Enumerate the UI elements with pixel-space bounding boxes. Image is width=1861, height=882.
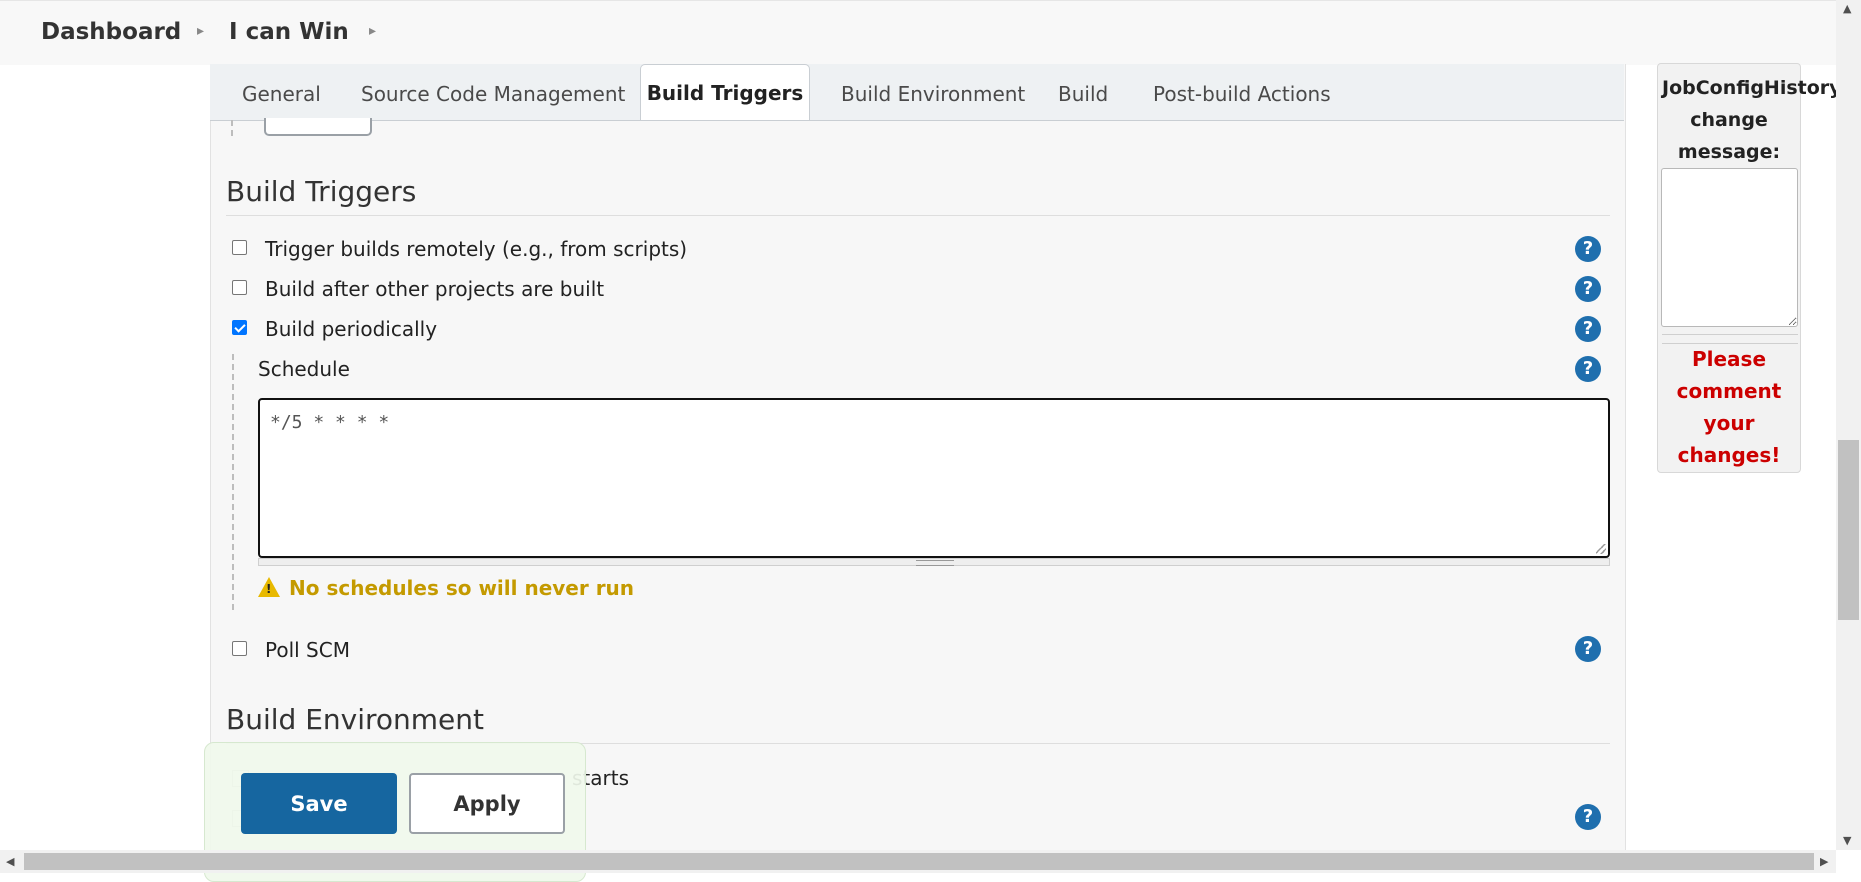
- chevron-right-icon: ▸: [197, 23, 205, 39]
- horizontal-scrollbar-thumb[interactable]: [24, 853, 1814, 870]
- scroll-down-icon[interactable]: ▼: [1843, 834, 1851, 847]
- help-icon[interactable]: ?: [1575, 236, 1601, 262]
- schedule-textarea[interactable]: [258, 398, 1610, 558]
- chevron-right-icon: ▸: [369, 23, 377, 39]
- section-divider: [231, 120, 233, 136]
- help-icon[interactable]: ?: [1575, 276, 1601, 302]
- section-title-build-environment: Build Environment: [226, 703, 484, 736]
- scroll-left-icon[interactable]: ◀: [6, 855, 14, 868]
- tab-build-environment[interactable]: Build Environment: [841, 82, 1025, 106]
- help-icon[interactable]: ?: [1575, 636, 1601, 662]
- schedule-warning: No schedules so will never run: [289, 576, 635, 600]
- build-after-other-projects-label: Build after other projects are built: [265, 277, 605, 301]
- change-message-warning: Please comment your changes!: [1676, 347, 1782, 467]
- drag-handle-icon[interactable]: [916, 560, 954, 566]
- tab-post-build-actions[interactable]: Post-build Actions: [1153, 82, 1331, 106]
- save-button[interactable]: Save: [241, 773, 397, 834]
- config-tabs: General Source Code Management Build Tri…: [210, 64, 1624, 121]
- build-after-other-projects-checkbox[interactable]: [232, 280, 247, 295]
- poll-scm-checkbox[interactable]: [232, 641, 247, 656]
- breadcrumb-job[interactable]: I can Win: [229, 19, 349, 45]
- tab-source-code-management[interactable]: Source Code Management: [361, 82, 625, 106]
- vertical-scrollbar-thumb[interactable]: [1838, 440, 1859, 620]
- trigger-remotely-checkbox[interactable]: [232, 240, 247, 255]
- breadcrumb: Dashboard ▸ I can Win ▸: [0, 0, 1861, 65]
- build-periodically-checkbox[interactable]: [232, 320, 247, 335]
- help-icon[interactable]: ?: [1575, 804, 1601, 830]
- schedule-label: Schedule: [258, 357, 350, 381]
- help-icon[interactable]: ?: [1575, 356, 1601, 382]
- scroll-up-icon[interactable]: ▲: [1843, 2, 1851, 15]
- resize-handle-icon[interactable]: [1596, 544, 1606, 554]
- tab-general[interactable]: General: [242, 82, 321, 106]
- change-message-textarea[interactable]: [1661, 168, 1798, 327]
- nested-section-line: [232, 354, 234, 610]
- build-periodically-label: Build periodically: [265, 317, 438, 341]
- section-divider: [226, 215, 1610, 216]
- poll-scm-label: Poll SCM: [265, 638, 350, 662]
- trigger-remotely-label: Trigger builds remotely (e.g., from scri…: [265, 237, 688, 261]
- change-message-title: JobConfigHistory change message:: [1662, 77, 1842, 163]
- scroll-right-icon[interactable]: ▶: [1820, 855, 1828, 868]
- section-title-build-triggers: Build Triggers: [226, 175, 417, 208]
- vertical-scrollbar[interactable]: [1836, 0, 1861, 850]
- tab-build-triggers[interactable]: Build Triggers: [640, 64, 810, 120]
- tab-build[interactable]: Build: [1058, 82, 1108, 106]
- help-icon[interactable]: ?: [1575, 316, 1601, 342]
- breadcrumb-dashboard[interactable]: Dashboard: [41, 19, 181, 45]
- warning-icon-mark: !: [266, 582, 272, 596]
- apply-button[interactable]: Apply: [409, 773, 565, 834]
- partial-button[interactable]: [264, 118, 372, 136]
